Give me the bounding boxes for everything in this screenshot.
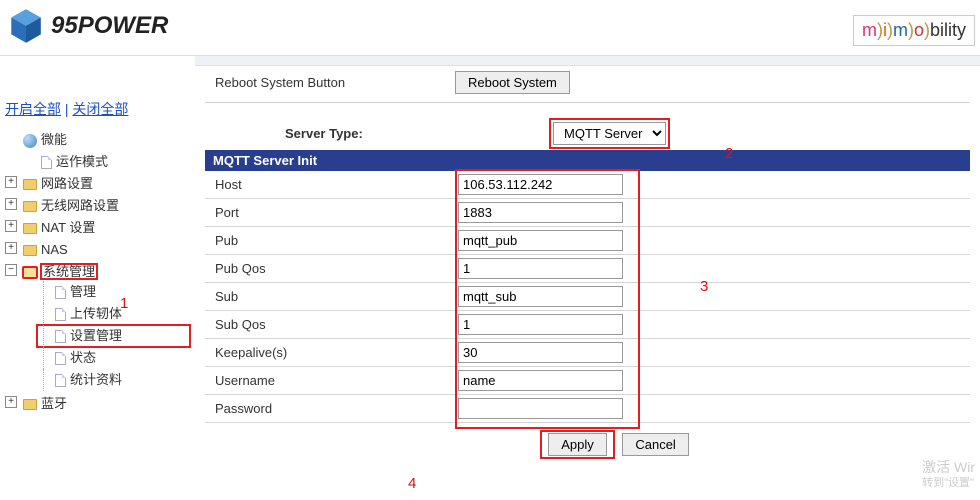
tree-sys[interactable]: −系统管理 管理 上传轫体 设置管理 状态 统计资料 xyxy=(5,261,190,393)
tree-nat[interactable]: +NAT 设置 xyxy=(5,217,190,239)
section-title: MQTT Server Init xyxy=(205,150,970,171)
nav-tree: 微能 运作模式 +网路设置 +无线网路设置 +NAT 设置 +NAS −系统管理… xyxy=(5,129,190,415)
tree-net[interactable]: +网路设置 xyxy=(5,173,190,195)
mqtt-form: Host Port Pub Pub Qos Sub Sub Qos Keepal… xyxy=(205,171,970,423)
server-type-select[interactable]: MQTT Server xyxy=(553,122,666,145)
main-panel: Reboot System Button Reboot System Serve… xyxy=(195,66,980,500)
tree-wlan[interactable]: +无线网路设置 xyxy=(5,195,190,217)
folder-icon xyxy=(23,223,37,234)
expand-icon[interactable]: + xyxy=(5,396,17,408)
apply-button[interactable]: Apply xyxy=(548,433,607,456)
row-keepalive: Keepalive(s) xyxy=(205,339,970,367)
page-icon xyxy=(55,286,66,299)
expand-icon[interactable]: + xyxy=(5,198,17,210)
host-input[interactable] xyxy=(458,174,623,195)
row-password: Password xyxy=(205,395,970,423)
row-sub: Sub xyxy=(205,283,970,311)
username-input[interactable] xyxy=(458,370,623,391)
port-input[interactable] xyxy=(458,202,623,223)
folder-icon xyxy=(23,399,37,410)
tree-op-mode[interactable]: 运作模式 xyxy=(5,151,190,173)
collapse-icon[interactable]: − xyxy=(5,264,17,276)
row-sub-qos: Sub Qos xyxy=(205,311,970,339)
reboot-row: Reboot System Button Reboot System xyxy=(205,71,970,103)
folder-icon xyxy=(23,201,37,212)
sub-input[interactable] xyxy=(458,286,623,307)
keepalive-input[interactable] xyxy=(458,342,623,363)
expand-icon[interactable]: + xyxy=(5,220,17,232)
reboot-button[interactable]: Reboot System xyxy=(455,71,570,94)
reboot-label: Reboot System Button xyxy=(205,75,455,90)
folder-icon xyxy=(23,179,37,190)
expand-icon[interactable]: + xyxy=(5,176,17,188)
open-all-link[interactable]: 开启全部 xyxy=(5,101,61,117)
server-type-select-highlight: MQTT Server xyxy=(550,119,669,148)
tree-sys-upload-fw[interactable]: 上传轫体 xyxy=(37,303,190,325)
sidebar: 开启全部 | 关闭全部 微能 运作模式 +网路设置 +无线网路设置 +NAT 设… xyxy=(0,62,195,417)
logo-text: 95POWER xyxy=(51,12,168,40)
tree-sys-mgmt[interactable]: 管理 xyxy=(37,281,190,303)
server-type-label: Server Type: xyxy=(205,126,550,141)
watermark: 激活 Wir 转到"设置" xyxy=(922,458,975,490)
tree-sys-settings-mgmt[interactable]: 设置管理 xyxy=(37,325,190,347)
content-top-bar xyxy=(195,56,980,66)
tree-nas[interactable]: +NAS xyxy=(5,239,190,261)
page-icon xyxy=(55,330,66,343)
toggle-links: 开启全部 | 关闭全部 xyxy=(5,64,190,129)
close-all-link[interactable]: 关闭全部 xyxy=(72,101,128,117)
header: 95POWER m)i)m)o)bility xyxy=(0,0,980,56)
row-port: Port xyxy=(205,199,970,227)
page-icon xyxy=(55,374,66,387)
row-host: Host xyxy=(205,171,970,199)
form-actions: Apply Cancel xyxy=(205,431,970,458)
sub-qos-input[interactable] xyxy=(458,314,623,335)
cancel-button[interactable]: Cancel xyxy=(622,433,688,456)
row-username: Username xyxy=(205,367,970,395)
page-icon xyxy=(55,352,66,365)
page-icon xyxy=(41,156,52,169)
brand-right: m)i)m)o)bility xyxy=(853,15,975,46)
tree-sys-status[interactable]: 状态 xyxy=(37,347,190,369)
pub-qos-input[interactable] xyxy=(458,258,623,279)
logo-mark-icon xyxy=(5,5,47,47)
server-type-row: Server Type: MQTT Server xyxy=(205,119,970,148)
tree-sys-stats[interactable]: 统计资料 xyxy=(37,369,190,391)
folder-icon xyxy=(23,245,37,256)
tree-root[interactable]: 微能 xyxy=(5,129,190,151)
password-input[interactable] xyxy=(458,398,623,419)
page-icon xyxy=(55,308,66,321)
row-pub-qos: Pub Qos xyxy=(205,255,970,283)
globe-icon xyxy=(23,134,37,148)
expand-icon[interactable]: + xyxy=(5,242,17,254)
row-pub: Pub xyxy=(205,227,970,255)
tree-bt[interactable]: +蓝牙 xyxy=(5,393,190,415)
logo: 95POWER xyxy=(5,5,168,47)
pub-input[interactable] xyxy=(458,230,623,251)
folder-open-icon xyxy=(23,267,37,278)
